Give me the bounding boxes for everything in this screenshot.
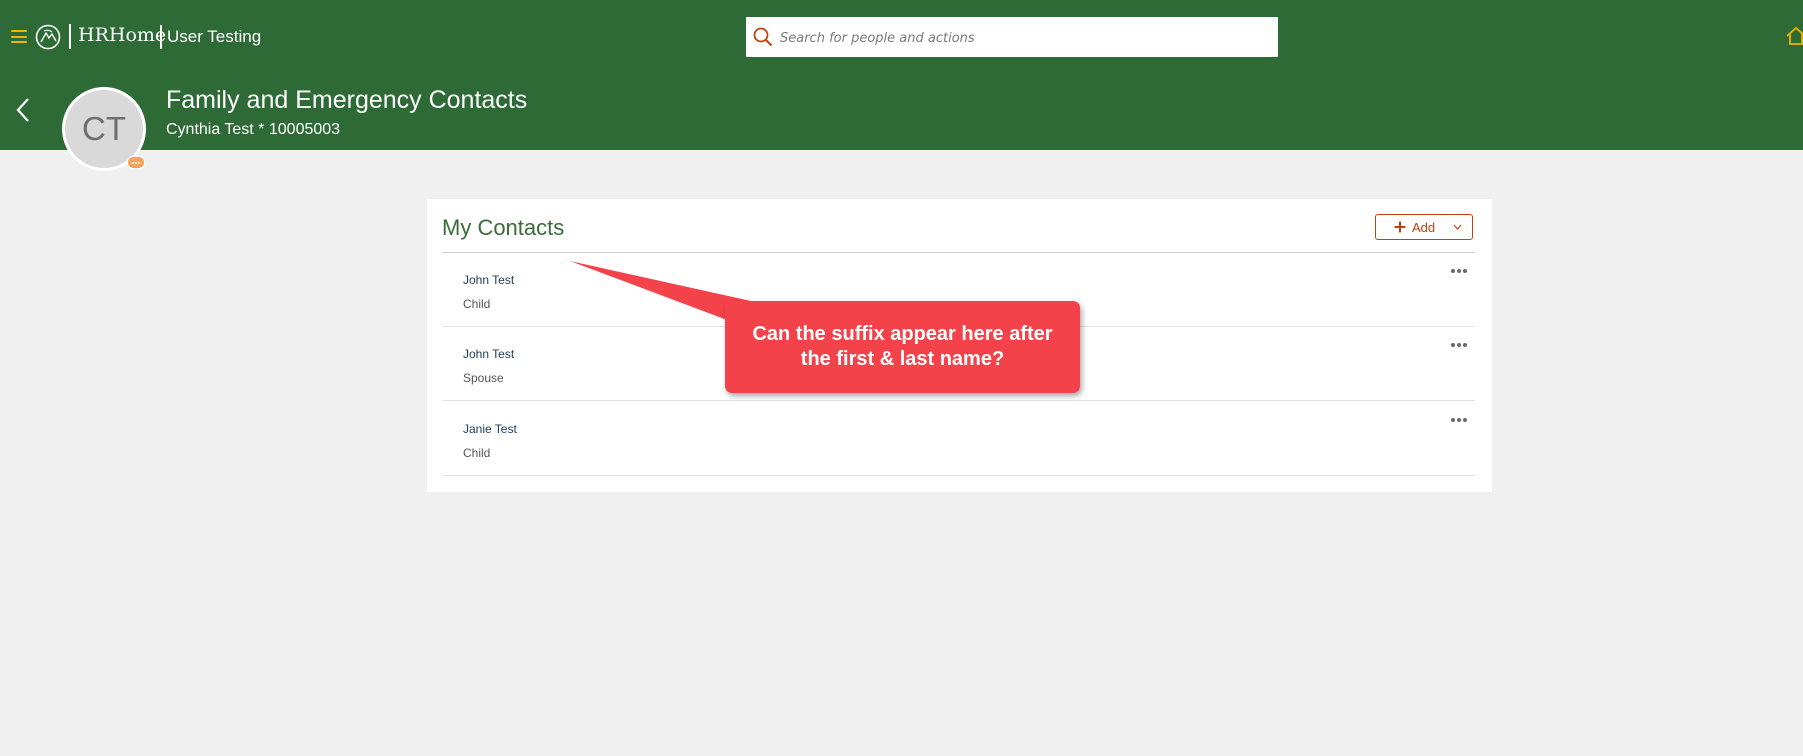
logo-divider bbox=[69, 24, 71, 49]
more-options-icon[interactable] bbox=[1451, 267, 1469, 275]
chevron-down-icon bbox=[1453, 224, 1462, 230]
contact-relation: Child bbox=[463, 297, 491, 311]
top-nav-bar: HRHome User Testing bbox=[0, 0, 1803, 75]
card-title: My Contacts bbox=[442, 215, 565, 240]
hamburger-menu-icon[interactable] bbox=[11, 30, 27, 43]
avatar-more-badge[interactable] bbox=[127, 156, 145, 169]
environment-divider bbox=[160, 25, 162, 49]
contact-relation: Spouse bbox=[463, 371, 504, 385]
search-box[interactable] bbox=[746, 17, 1278, 57]
environment-name: User Testing bbox=[167, 27, 262, 46]
page-subtitle: Cynthia Test * 10005003 bbox=[166, 121, 341, 138]
plus-icon bbox=[1394, 221, 1406, 233]
add-button-label: Add bbox=[1412, 220, 1436, 235]
more-options-icon[interactable] bbox=[1451, 341, 1469, 349]
app-logo-icon bbox=[35, 24, 61, 50]
callout-annotation: Can the suffix appear here after the fir… bbox=[725, 301, 1080, 393]
more-options-icon[interactable] bbox=[1451, 416, 1469, 424]
add-contact-button[interactable]: Add bbox=[1375, 214, 1473, 240]
chevron-left-icon[interactable] bbox=[13, 94, 33, 126]
contact-row[interactable]: Janie Test Child bbox=[442, 402, 1475, 476]
app-name: HRHome bbox=[78, 24, 167, 46]
contact-name: John Test bbox=[463, 273, 515, 287]
search-icon bbox=[753, 27, 773, 47]
page-title: Family and Emergency Contacts bbox=[166, 86, 528, 114]
search-input[interactable] bbox=[778, 25, 1262, 51]
contact-name: Janie Test bbox=[463, 422, 517, 436]
contact-name: John Test bbox=[463, 347, 515, 361]
home-icon[interactable] bbox=[1785, 25, 1803, 47]
contact-relation: Child bbox=[463, 446, 491, 460]
